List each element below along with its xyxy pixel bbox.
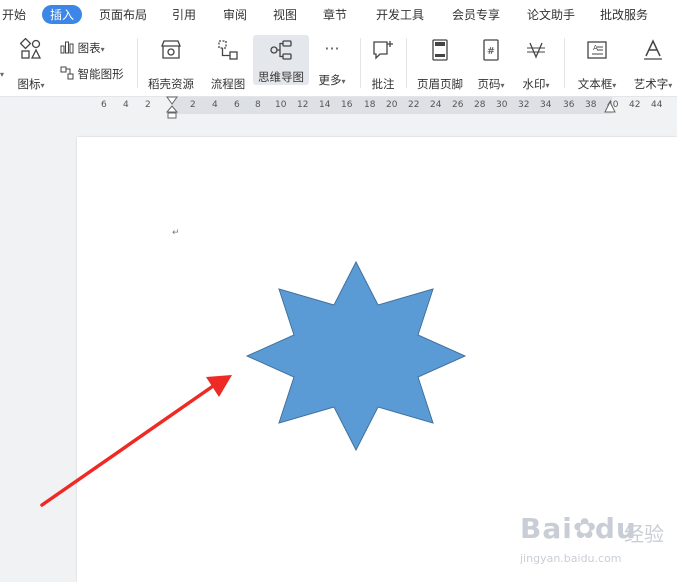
watermark-brand: Bai✿du [520, 512, 637, 545]
watermark-cn: 经验 [624, 522, 664, 546]
paw-icon: ✿ [572, 512, 598, 545]
drawing-layer [40, 260, 467, 507]
red-arrow-head [206, 375, 232, 397]
baidu-watermark: Bai✿du 经验 jingyan.baidu.com [520, 508, 670, 578]
eight-point-star-shape[interactable] [245, 260, 467, 452]
watermark-url: jingyan.baidu.com [520, 552, 622, 565]
red-arrow-annotation [40, 382, 218, 507]
